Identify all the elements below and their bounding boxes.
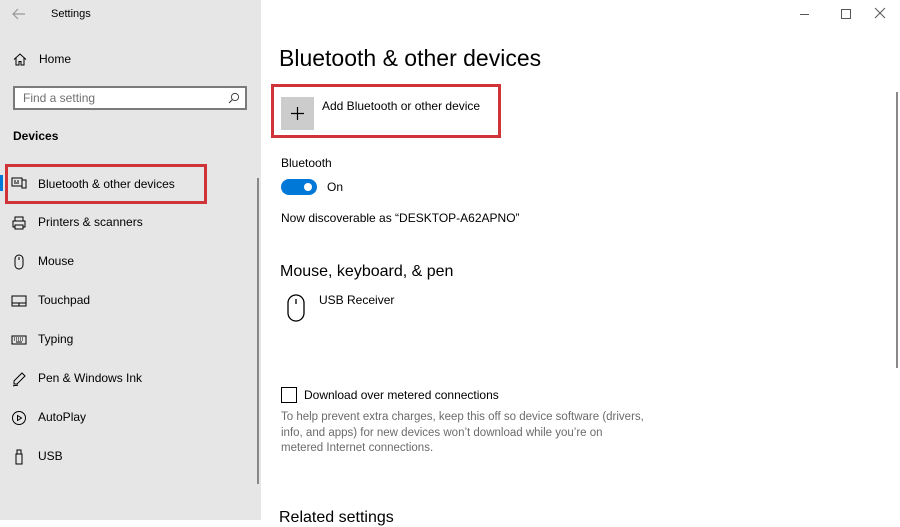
- minimize-button[interactable]: [798, 7, 812, 21]
- metered-help-line: info, and apps) for new devices won’t do…: [281, 427, 603, 439]
- sidebar-item-label: Touchpad: [38, 293, 91, 307]
- sidebar-item-mouse[interactable]: Mouse: [0, 243, 261, 281]
- selected-indicator: [0, 175, 3, 191]
- usb-receiver-label: USB Receiver: [319, 293, 395, 307]
- sidebar-item-pen[interactable]: Pen & Windows Ink: [0, 360, 261, 398]
- mouse-section-title: Mouse, keyboard, & pen: [280, 263, 454, 280]
- sidebar-item-label: AutoPlay: [38, 410, 87, 424]
- usb-icon: [11, 449, 27, 465]
- add-device-button[interactable]: [281, 97, 314, 130]
- window-title: Settings: [51, 8, 91, 20]
- pen-icon: [11, 371, 27, 387]
- sidebar-scrollbar[interactable]: [257, 178, 259, 484]
- mouse-icon: [11, 254, 27, 270]
- minimize-icon: [800, 14, 809, 15]
- back-arrow-icon[interactable]: [11, 7, 27, 21]
- home-icon: [13, 53, 27, 66]
- home-label: Home: [39, 52, 72, 66]
- close-button[interactable]: [874, 7, 886, 19]
- keyboard-icon: [11, 332, 27, 348]
- bluetooth-toggle[interactable]: [281, 179, 317, 195]
- touchpad-icon: [11, 293, 27, 309]
- main-scrollbar[interactable]: [896, 92, 898, 368]
- sidebar-item-label: Mouse: [38, 254, 75, 268]
- toggle-knob: [304, 183, 312, 191]
- sidebar: Settings Home Find a setting Devices Blu…: [0, 0, 261, 520]
- sidebar-item-label: Printers & scanners: [38, 215, 143, 229]
- autoplay-icon: [11, 410, 27, 426]
- close-icon: [874, 7, 886, 19]
- sidebar-home[interactable]: Home: [0, 48, 261, 72]
- sidebar-item-label: Typing: [38, 332, 74, 346]
- sidebar-item-label: USB: [38, 449, 63, 463]
- sidebar-item-usb[interactable]: USB: [0, 438, 261, 476]
- sidebar-item-autoplay[interactable]: AutoPlay: [0, 399, 261, 437]
- search-icon[interactable]: [228, 92, 240, 104]
- related-settings-title: Related settings: [279, 509, 394, 526]
- metered-help-line: metered Internet connections.: [281, 442, 434, 454]
- bluetooth-state: On: [327, 180, 344, 194]
- highlight-box-sidebar: [5, 164, 207, 204]
- metered-label[interactable]: Download over metered connections: [304, 388, 499, 402]
- mouse-icon: [287, 294, 305, 322]
- search-placeholder: Find a setting: [23, 91, 96, 105]
- sidebar-item-typing[interactable]: Typing: [0, 321, 261, 359]
- section-title: Devices: [13, 129, 59, 143]
- device-item-usb-receiver[interactable]: USB Receiver: [279, 290, 559, 324]
- page-title: Bluetooth & other devices: [279, 45, 542, 71]
- metered-checkbox[interactable]: [281, 387, 297, 403]
- printer-icon: [11, 215, 27, 231]
- add-device-label[interactable]: Add Bluetooth or other device: [322, 99, 480, 113]
- metered-help-line: To help prevent extra charges, keep this…: [281, 411, 644, 423]
- sidebar-item-label: Pen & Windows Ink: [38, 371, 143, 385]
- plus-icon: [291, 107, 304, 120]
- discoverable-text: Now discoverable as “DESKTOP-A62APNO”: [281, 211, 520, 225]
- maximize-icon: [841, 9, 851, 19]
- search-input[interactable]: Find a setting: [13, 86, 247, 110]
- sidebar-item-printers[interactable]: Printers & scanners: [0, 204, 261, 242]
- main-content: Bluetooth & other devices Add Bluetooth …: [261, 0, 900, 526]
- maximize-button[interactable]: [839, 7, 853, 21]
- sidebar-item-touchpad[interactable]: Touchpad: [0, 282, 261, 320]
- bluetooth-label: Bluetooth: [281, 156, 332, 170]
